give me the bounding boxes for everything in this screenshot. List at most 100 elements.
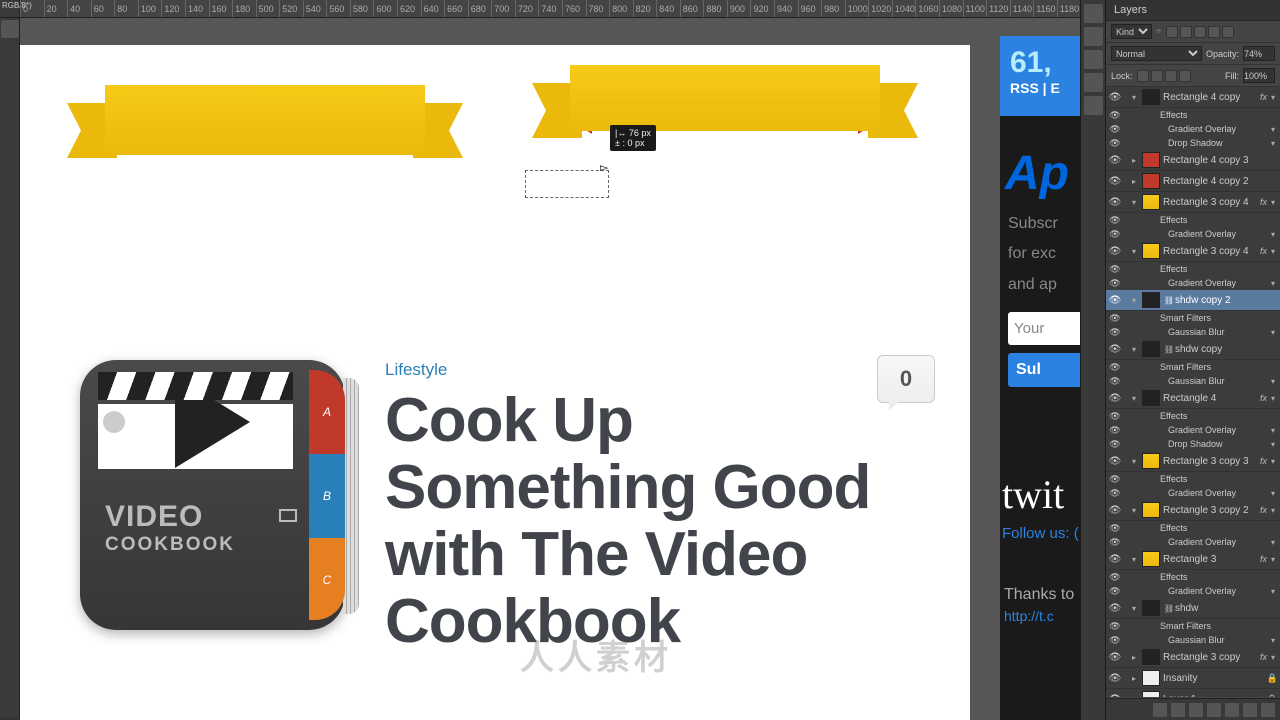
- effect-edit-icon[interactable]: ▾: [1271, 125, 1278, 134]
- visibility-toggle-icon[interactable]: 👁: [1108, 344, 1122, 355]
- layer-name[interactable]: shdw copy: [1175, 344, 1278, 355]
- expand-arrow-icon[interactable]: ▸: [1132, 674, 1142, 683]
- fx-visibility-icon[interactable]: 👁: [1108, 264, 1122, 275]
- layer-name[interactable]: Layer 1: [1163, 694, 1267, 698]
- layer-name[interactable]: Rectangle 3 copy 4: [1163, 197, 1260, 208]
- filter-smart-icon[interactable]: [1222, 26, 1234, 38]
- layer-thumbnail[interactable]: [1142, 670, 1160, 686]
- fx-badge[interactable]: fx: [1260, 554, 1271, 564]
- effect-edit-icon[interactable]: ▾: [1271, 587, 1278, 596]
- effect-item[interactable]: 👁Drop Shadow▾: [1106, 437, 1280, 451]
- expand-arrow-icon[interactable]: ▾: [1132, 247, 1142, 256]
- visibility-toggle-icon[interactable]: 👁: [1108, 505, 1122, 516]
- layer-name[interactable]: Rectangle 3 copy 3: [1163, 456, 1260, 467]
- visibility-toggle-icon[interactable]: 👁: [1108, 92, 1122, 103]
- document-canvas[interactable]: |↔ 76 px ± : 0 px ▻ VIDEO COOKBOOK ABC: [20, 45, 970, 720]
- fx-visibility-icon[interactable]: 👁: [1108, 621, 1122, 632]
- fx-badge[interactable]: fx: [1260, 456, 1271, 466]
- layer-thumbnail[interactable]: [1142, 691, 1160, 697]
- blend-row[interactable]: Normal Opacity:: [1106, 43, 1280, 65]
- fx-collapse-icon[interactable]: ▾: [1271, 555, 1278, 564]
- fx-collapse-icon[interactable]: ▾: [1271, 653, 1278, 662]
- effect-item[interactable]: 👁Gaussian Blur▾: [1106, 633, 1280, 647]
- visibility-toggle-icon[interactable]: 👁: [1108, 694, 1122, 698]
- fx-badge[interactable]: fx: [1260, 505, 1271, 515]
- visibility-toggle-icon[interactable]: 👁: [1108, 197, 1122, 208]
- panel-icon[interactable]: [1084, 96, 1103, 115]
- fx-visibility-icon[interactable]: 👁: [1108, 124, 1122, 135]
- fx-visibility-icon[interactable]: 👁: [1108, 523, 1122, 534]
- fx-visibility-icon[interactable]: 👁: [1108, 110, 1122, 121]
- layer-name[interactable]: Rectangle 4: [1163, 393, 1260, 404]
- expand-arrow-icon[interactable]: ▾: [1132, 604, 1142, 613]
- expand-arrow-icon[interactable]: ▾: [1132, 394, 1142, 403]
- visibility-toggle-icon[interactable]: 👁: [1108, 456, 1122, 467]
- fx-visibility-icon[interactable]: 👁: [1108, 537, 1122, 548]
- fx-visibility-icon[interactable]: 👁: [1108, 439, 1122, 450]
- visibility-toggle-icon[interactable]: 👁: [1108, 246, 1122, 257]
- fx-visibility-icon[interactable]: 👁: [1108, 376, 1122, 387]
- layer-row[interactable]: 👁▾Rectangle 3 copy 4fx▾: [1106, 192, 1280, 213]
- effect-edit-icon[interactable]: ▾: [1271, 440, 1278, 449]
- fx-collapse-icon[interactable]: ▾: [1271, 394, 1278, 403]
- selection-marquee[interactable]: [525, 170, 609, 198]
- lock-row[interactable]: Lock: Fill:: [1106, 65, 1280, 87]
- visibility-toggle-icon[interactable]: 👁: [1108, 673, 1122, 684]
- layer-thumbnail[interactable]: [1142, 649, 1160, 665]
- layers-panel[interactable]: Layers Kind ÷ Normal Opacity: Lock: Fill…: [1105, 0, 1280, 720]
- visibility-toggle-icon[interactable]: 👁: [1108, 603, 1122, 614]
- layers-footer[interactable]: [1106, 698, 1280, 720]
- trash-icon[interactable]: [1261, 703, 1275, 717]
- effect-edit-icon[interactable]: ▾: [1271, 279, 1278, 288]
- layer-name[interactable]: Rectangle 3 copy 2: [1163, 505, 1260, 516]
- blend-mode-select[interactable]: Normal: [1111, 46, 1202, 61]
- fx-badge[interactable]: fx: [1260, 652, 1271, 662]
- fx-badge[interactable]: fx: [1260, 393, 1271, 403]
- effect-item[interactable]: 👁Gradient Overlay▾: [1106, 535, 1280, 549]
- ribbon-banner-right[interactable]: [570, 65, 880, 131]
- panel-icon[interactable]: [1084, 27, 1103, 46]
- ribbon-banner-left[interactable]: [105, 85, 425, 155]
- effect-edit-icon[interactable]: ▾: [1271, 328, 1278, 337]
- layer-name[interactable]: Rectangle 4 copy 2: [1163, 176, 1278, 187]
- effect-item[interactable]: 👁Gradient Overlay▾: [1106, 227, 1280, 241]
- layer-name[interactable]: Rectangle 3 copy: [1163, 652, 1260, 663]
- expand-arrow-icon[interactable]: ▸: [1132, 177, 1142, 186]
- effect-edit-icon[interactable]: ▾: [1271, 377, 1278, 386]
- canvas-area[interactable]: |↔ 76 px ± : 0 px ▻ VIDEO COOKBOOK ABC: [20, 18, 1080, 720]
- fx-icon[interactable]: [1171, 703, 1185, 717]
- category-link[interactable]: Lifestyle: [385, 360, 940, 380]
- expand-arrow-icon[interactable]: ▾: [1132, 457, 1142, 466]
- fill-input[interactable]: [1243, 68, 1275, 83]
- ruler-origin-icon[interactable]: [1, 20, 19, 38]
- link-layers-icon[interactable]: [1153, 703, 1167, 717]
- lock-pos-icon[interactable]: [1165, 70, 1177, 82]
- layer-thumbnail[interactable]: [1142, 243, 1160, 259]
- layer-thumbnail[interactable]: [1142, 292, 1160, 308]
- expand-arrow-icon[interactable]: ▾: [1132, 506, 1142, 515]
- fx-badge[interactable]: fx: [1260, 246, 1271, 256]
- expand-arrow-icon[interactable]: ▾: [1132, 198, 1142, 207]
- visibility-toggle-icon[interactable]: 👁: [1108, 155, 1122, 166]
- fx-visibility-icon[interactable]: 👁: [1108, 313, 1122, 324]
- fx-visibility-icon[interactable]: 👁: [1108, 635, 1122, 646]
- expand-arrow-icon[interactable]: ▾: [1132, 555, 1142, 564]
- filter-adjust-icon[interactable]: [1180, 26, 1192, 38]
- comment-count-bubble[interactable]: 0: [877, 355, 935, 403]
- email-field[interactable]: Your: [1008, 312, 1080, 345]
- visibility-toggle-icon[interactable]: 👁: [1108, 176, 1122, 187]
- fx-visibility-icon[interactable]: 👁: [1108, 425, 1122, 436]
- effect-edit-icon[interactable]: ▾: [1271, 139, 1278, 148]
- effect-edit-icon[interactable]: ▾: [1271, 538, 1278, 547]
- layer-thumbnail[interactable]: [1142, 551, 1160, 567]
- effect-item[interactable]: 👁Gaussian Blur▾: [1106, 325, 1280, 339]
- opacity-input[interactable]: [1243, 46, 1275, 61]
- layer-name[interactable]: shdw: [1175, 603, 1278, 614]
- layer-row[interactable]: 👁▾Rectangle 3 copy 2fx▾: [1106, 500, 1280, 521]
- expand-arrow-icon[interactable]: ▸: [1132, 653, 1142, 662]
- effect-item[interactable]: 👁Gradient Overlay▾: [1106, 584, 1280, 598]
- fx-collapse-icon[interactable]: ▾: [1271, 457, 1278, 466]
- effect-item[interactable]: 👁Gradient Overlay▾: [1106, 423, 1280, 437]
- fx-visibility-icon[interactable]: 👁: [1108, 586, 1122, 597]
- layer-thumbnail[interactable]: [1142, 453, 1160, 469]
